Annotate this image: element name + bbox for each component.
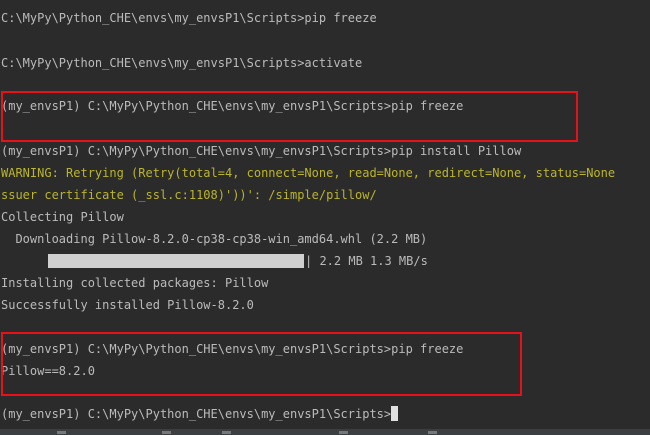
toolbar-tick [57,431,66,434]
terminal-window[interactable]: C:\MyPy\Python_CHE\envs\my_envsP1\Script… [0,0,650,435]
toolbar-tick [428,431,437,434]
terminal-line: Downloading Pillow-8.2.0-cp38-cp38-win_a… [1,232,428,246]
terminal-line: (my_envsP1) C:\MyPy\Python_CHE\envs\my_e… [1,144,522,158]
terminal-line: C:\MyPy\Python_CHE\envs\my_envsP1\Script… [1,56,363,70]
command-prompt[interactable]: (my_envsP1) C:\MyPy\Python_CHE\envs\my_e… [1,405,399,423]
toolbar-tick [339,431,348,434]
terminal-line: Pillow==8.2.0 [1,364,95,378]
bottom-toolbar-strip [0,429,650,435]
warning-line: WARNING: Retrying (Retry(total=4, connec… [1,166,616,180]
toolbar-tick [222,431,231,434]
terminal-line: C:\MyPy\Python_CHE\envs\my_envsP1\Script… [1,11,377,25]
text-cursor [391,406,399,421]
prompt-text: (my_envsP1) C:\MyPy\Python_CHE\envs\my_e… [1,407,392,421]
download-progress-bar [48,254,304,268]
download-progress-fill [48,254,304,268]
terminal-line: Installing collected packages: Pillow [1,276,269,290]
terminal-line: Collecting Pillow [1,210,124,224]
terminal-line: (my_envsP1) C:\MyPy\Python_CHE\envs\my_e… [1,342,464,356]
warning-line: ssuer certificate (_ssl.c:1108)'))': /si… [1,188,377,202]
download-rate-text: | 2.2 MB 1.3 MB/s [305,254,428,268]
toolbar-tick [162,431,171,434]
terminal-line: (my_envsP1) C:\MyPy\Python_CHE\envs\my_e… [1,99,464,113]
terminal-line: Successfully installed Pillow-8.2.0 [1,298,254,312]
